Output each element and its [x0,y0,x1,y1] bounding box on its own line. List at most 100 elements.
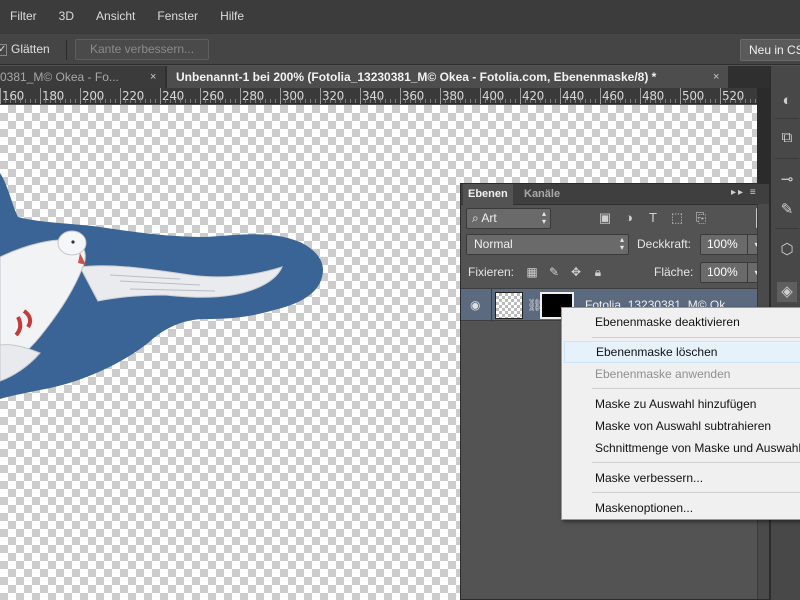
lock-position-icon[interactable]: ✥ [569,264,583,280]
refine-edge-button[interactable]: Kante verbessern... [75,39,209,60]
ruler-minor-tick [75,99,76,103]
lock-transparency-icon[interactable]: ▦ [525,264,539,280]
ruler-tick [600,88,601,104]
ruler-minor-tick [365,99,366,103]
brushes-panel-icon[interactable]: ✎ [777,200,797,220]
ruler-minor-tick [570,99,571,103]
layer-thumbnail[interactable] [495,292,523,319]
ruler-minor-tick [755,99,756,103]
menu-item-subtract-mask-from-selection[interactable]: Maske von Auswahl subtrahieren [562,415,800,437]
menu-separator [592,462,800,463]
ruler-minor-tick [140,96,141,103]
smooth-label: Glätten [11,42,50,56]
history-panel-icon[interactable]: ⧉ [777,128,797,148]
ruler-minor-tick [300,96,301,103]
ruler-minor-tick [30,99,31,103]
ruler-tick [160,88,161,104]
tab-channels[interactable]: Kanäle [519,184,565,205]
layers-panel-icon[interactable]: ◈ [777,282,797,302]
ruler-minor-tick [735,99,736,103]
type-filter-icon[interactable]: T [646,210,660,226]
ruler-tick [40,88,41,104]
ruler-minor-tick [665,99,666,103]
ruler-minor-tick [710,99,711,103]
tab-layers[interactable]: Ebenen [463,184,513,205]
filter-kind-select[interactable]: ⌕ Art ▴ ▾ [466,208,551,229]
menu-window[interactable]: Fenster [146,0,209,33]
lock-image-icon[interactable]: ✎ [547,264,561,280]
ruler-minor-tick [655,99,656,103]
ruler-minor-tick [90,99,91,103]
ruler-minor-tick [145,99,146,103]
ruler-minor-tick [270,99,271,103]
color-panel-icon[interactable]: ◐ [777,91,797,111]
ruler-minor-tick [225,99,226,103]
menu-item-disable-mask[interactable]: Ebenenmaske deaktivieren [562,311,800,333]
menu-item-delete-mask[interactable]: Ebenenmaske löschen [564,341,800,363]
ruler-minor-tick [690,99,691,103]
ruler-minor-tick [315,99,316,103]
menu-item-mask-options[interactable]: Maskenoptionen... [562,497,800,519]
ruler-minor-tick [650,99,651,103]
ruler-minor-tick [475,99,476,103]
ruler-tick [360,88,361,104]
ruler-minor-tick [630,99,631,103]
ruler-minor-tick [580,96,581,103]
ruler-minor-tick [385,99,386,103]
ruler-minor-tick [730,99,731,103]
tab-document-1[interactable]: 0381_M© Okea - Fo... × [0,66,165,88]
ruler-minor-tick [620,96,621,103]
tab-document-active[interactable]: Unbenannt-1 bei 200% (Fotolia_13230381_M… [167,66,728,88]
ruler-minor-tick [590,99,591,103]
pixel-filter-icon[interactable]: ▣ [598,210,612,226]
menu-item-refine-mask[interactable]: Maske verbessern... [562,467,800,489]
ruler-minor-tick [95,99,96,103]
menu-view[interactable]: Ansicht [85,0,146,33]
ruler-minor-tick [615,99,616,103]
ruler-minor-tick [310,99,311,103]
smart-object-filter-icon[interactable]: ⎘ [694,210,708,226]
panel-menu-icon[interactable]: ▸▸ ≡ [731,187,758,198]
ruler-minor-tick [420,96,421,103]
ruler-minor-tick [395,99,396,103]
adjustments-panel-icon[interactable]: ⊸ [777,170,797,190]
ruler-minor-tick [115,99,116,103]
ruler-minor-tick [740,96,741,103]
new-in-cs-button[interactable]: Neu in CS [740,39,800,61]
eye-icon[interactable]: ◉ [470,298,484,312]
select-arrows-icon: ▴ ▾ [619,235,624,252]
menu-separator [592,388,800,389]
search-icon: ⌕ [472,211,482,225]
menu-item-intersect-mask-selection[interactable]: Schnittmenge von Maske und Auswahl [562,437,800,459]
menu-item-add-mask-to-selection[interactable]: Maske zu Auswahl hinzufügen [562,393,800,415]
ruler-minor-tick [10,99,11,103]
ruler-minor-tick [445,99,446,103]
tab-close-icon[interactable]: × [150,66,156,88]
ruler-minor-tick [195,99,196,103]
menu-filter[interactable]: Filter [0,0,48,33]
ruler-minor-tick [685,99,686,103]
shape-filter-icon[interactable]: ⬚ [670,210,684,226]
ruler-minor-tick [565,99,566,103]
ruler-tick [240,88,241,104]
checkbox-check-icon: ✓ [0,43,7,56]
menu-help[interactable]: Hilfe [209,0,255,33]
smooth-checkbox[interactable]: ✓ Glätten [0,42,50,56]
lock-all-icon[interactable]: 🔒︎ [591,264,605,280]
3d-panel-icon[interactable]: ⬡ [777,240,797,260]
adjustment-filter-icon[interactable]: ◑ [622,210,636,226]
tab-close-icon[interactable]: × [713,66,719,88]
ruler-minor-tick [205,99,206,103]
ruler-minor-tick [165,99,166,103]
ruler-minor-tick [265,99,266,103]
ruler-tick [280,88,281,104]
ruler-minor-tick [405,99,406,103]
opacity-label: Deckkraft: [637,237,692,251]
ruler-minor-tick [155,99,156,103]
ruler-minor-tick [175,99,176,103]
ruler-minor-tick [425,99,426,103]
context-menu: Ebenenmaske deaktivieren Ebenenmaske lös… [561,307,800,520]
blend-mode-select[interactable]: Normal ▴ ▾ [466,234,629,255]
ruler-tick [560,88,561,104]
menu-3d[interactable]: 3D [48,0,85,33]
